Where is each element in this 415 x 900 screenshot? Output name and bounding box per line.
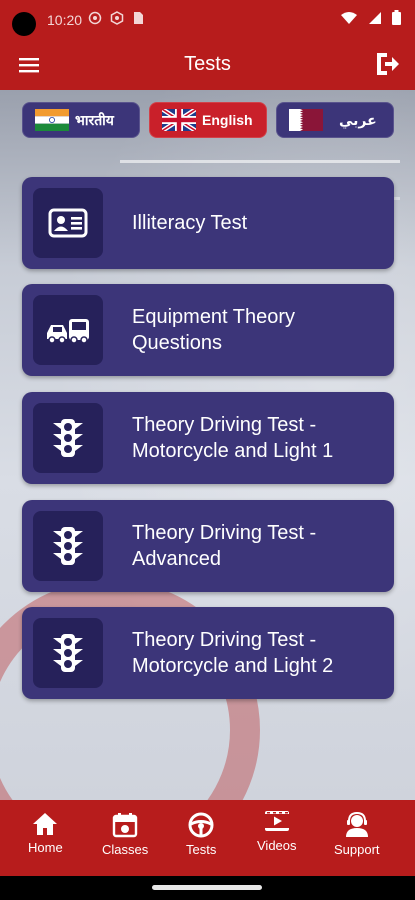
language-label-hindi: भारतीय <box>75 111 114 128</box>
card-icon-box <box>33 403 103 473</box>
logout-icon <box>377 53 399 75</box>
card-icon-box <box>33 618 103 688</box>
battery-icon <box>392 10 401 25</box>
status-time: 10:20 <box>47 12 83 28</box>
india-flag-icon <box>35 109 69 131</box>
test-card-equipment-theory[interactable]: Equipment Theory Questions <box>22 284 394 376</box>
settings-status-icon <box>110 11 124 25</box>
logout-button[interactable] <box>373 50 401 78</box>
video-icon <box>264 811 289 831</box>
test-card-advanced[interactable]: Theory Driving Test - Advanced <box>22 500 394 592</box>
id-card-icon <box>48 208 88 238</box>
nav-label-videos: Videos <box>257 838 297 853</box>
sim-icon <box>134 12 143 24</box>
test-card-motorcycle-light-2[interactable]: Theory Driving Test - Motorcycle and Lig… <box>22 607 394 699</box>
test-card-illiteracy[interactable]: Illiteracy Test <box>22 177 394 269</box>
test-title: Illiteracy Test <box>132 212 248 234</box>
support-agent-icon <box>345 812 368 837</box>
signal-icon <box>369 11 381 24</box>
card-icon-box <box>33 188 103 258</box>
card-icon-box <box>33 295 103 365</box>
uk-flag-icon <box>162 109 196 131</box>
language-label-arabic: عربي <box>339 111 377 128</box>
home-icon <box>33 813 58 835</box>
system-gesture-area <box>0 876 415 900</box>
qatar-flag-icon <box>289 109 323 131</box>
language-button-english[interactable]: English <box>149 102 267 138</box>
notification-icons <box>88 11 144 25</box>
steering-wheel-icon <box>188 812 214 838</box>
camera-cutout <box>12 12 36 36</box>
test-title: Equipment Theory Questions <box>132 306 296 354</box>
traffic-light-icon <box>53 419 83 457</box>
app-bar: Tests <box>0 40 415 90</box>
nav-classes[interactable]: Classes <box>102 812 148 857</box>
nav-videos[interactable]: Videos <box>257 808 297 853</box>
nav-label-home: Home <box>28 840 63 855</box>
vehicles-icon <box>47 319 89 344</box>
language-selector: भारतीय English عربي <box>22 102 394 138</box>
nav-label-tests: Tests <box>186 842 217 857</box>
card-icon-box <box>33 511 103 581</box>
test-card-motorcycle-light-1[interactable]: Theory Driving Test - Motorcycle and Lig… <box>22 392 394 484</box>
language-button-hindi[interactable]: भारतीय <box>22 102 140 138</box>
system-icons <box>340 10 401 25</box>
nav-tests[interactable]: Tests <box>186 812 216 857</box>
page-title: Tests <box>184 53 231 75</box>
nav-label-support: Support <box>334 842 380 857</box>
language-button-arabic[interactable]: عربي <box>276 102 394 138</box>
test-title: Theory Driving Test - Motorcycle and Lig… <box>132 629 334 677</box>
tests-content: भारतीय English عربي Illiteracy Test Equi… <box>0 90 415 800</box>
bottom-navigation: Home Classes Tests Videos Support <box>0 800 415 876</box>
traffic-light-icon <box>53 527 83 565</box>
notification-icon <box>88 11 102 25</box>
wifi-icon <box>341 11 357 24</box>
nav-support[interactable]: Support <box>334 812 380 857</box>
home-gesture-bar[interactable] <box>152 885 262 890</box>
nav-home[interactable]: Home <box>28 812 63 855</box>
test-title: Theory Driving Test - Advanced <box>132 522 317 570</box>
language-label-english: English <box>202 112 253 128</box>
traffic-light-icon <box>53 634 83 672</box>
calendar-icon <box>112 813 138 838</box>
status-bar: 10:20 <box>0 0 415 40</box>
test-title: Theory Driving Test - Motorcycle and Lig… <box>132 414 334 462</box>
nav-label-classes: Classes <box>102 842 149 857</box>
